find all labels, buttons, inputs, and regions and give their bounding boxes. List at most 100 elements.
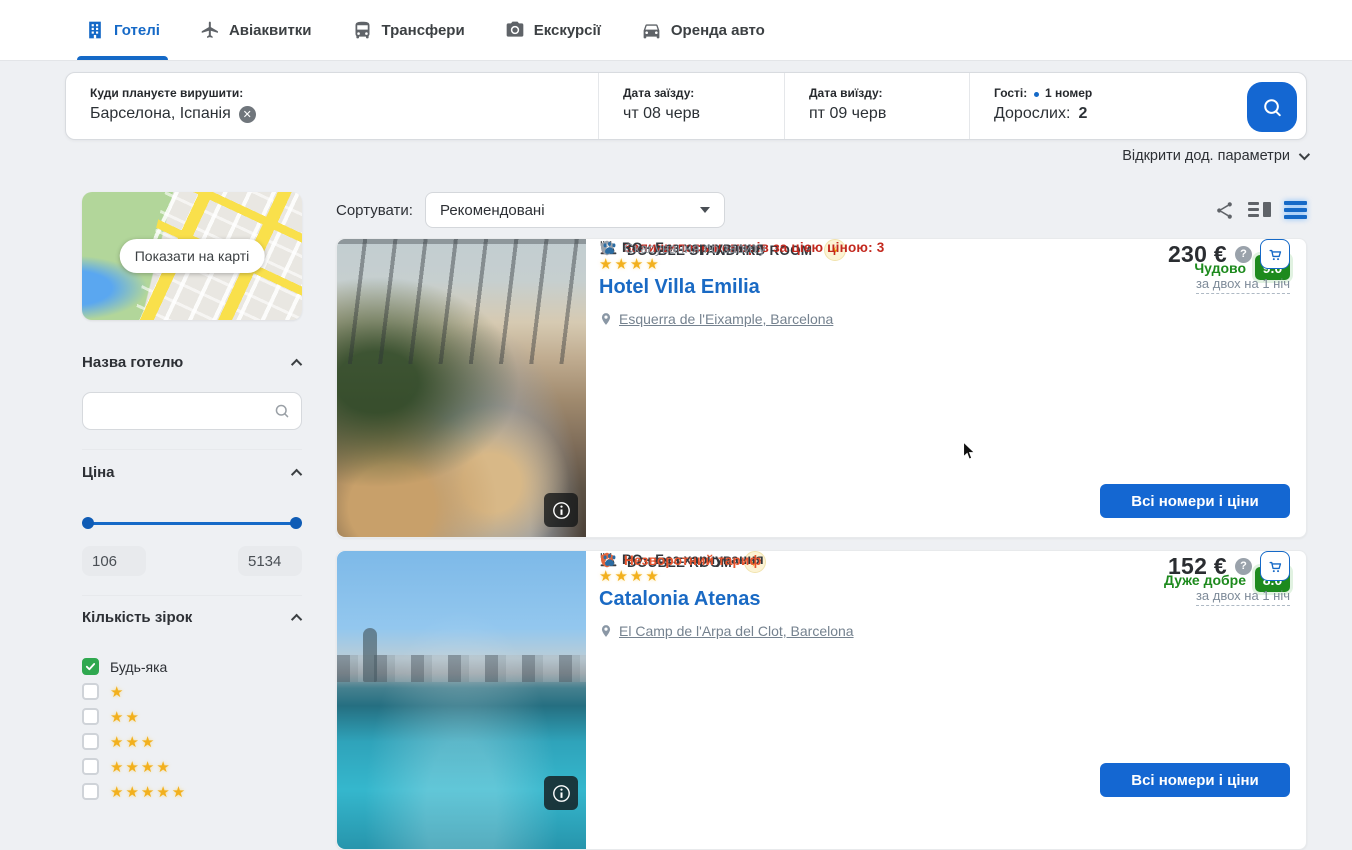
add-to-cart-button[interactable] [1260,551,1290,581]
camera-icon [505,20,525,40]
price-help-icon[interactable]: ? [1235,246,1252,263]
add-to-cart-button[interactable] [1260,239,1290,269]
stars-section-title: Кількість зірок [82,609,192,626]
tab-car-rental[interactable]: Оренда авто [641,0,765,60]
sort-selected-value: Рекомендовані [440,202,545,219]
checkin-field[interactable]: Дата заїзду: чт 08 черв [598,73,784,139]
hotel-building-icon [85,20,105,40]
hotel-card: ★★★★ Catalonia Atenas El Camp de l'Arpa … [336,550,1307,850]
star-icons: ★★★ [110,733,156,751]
hotel-name-link[interactable]: Hotel Villa Emilia [599,276,760,299]
star-icons: ★ [110,683,125,701]
pets-allowed-icon [599,239,620,263]
checkbox-icon[interactable] [82,733,99,750]
show-on-map-button[interactable]: Показати на карті [120,239,265,273]
checkin-value: чт 08 черв [623,105,700,123]
all-rooms-prices-button[interactable]: Всі номери і ціни [1100,484,1290,518]
price-range-slider[interactable] [82,517,302,529]
checkout-field[interactable]: Дата виїзду: пт 09 черв [784,73,969,139]
more-params-label: Відкрити дод. параметри [1122,148,1290,164]
tab-transfers-label: Трансфери [382,22,465,39]
price-value: 152 € [1168,553,1227,580]
search-panel: Куди плануєте вирушити: Барселона, Іспан… [65,72,1307,140]
bus-icon [352,20,373,41]
price-section-header[interactable]: Ціна [82,464,302,481]
checkbox-checked-icon[interactable] [82,658,99,675]
photo-info-icon[interactable] [544,493,578,527]
hotel-name-link[interactable]: Catalonia Atenas [599,588,761,611]
tab-transfers[interactable]: Трансфери [352,0,465,60]
hotel-name-search-input[interactable] [82,392,302,430]
sort-select[interactable]: Рекомендовані [425,192,725,228]
tab-hotels[interactable]: Готелі [85,0,160,60]
hotel-photo[interactable] [337,551,586,849]
slider-min-handle[interactable] [82,517,94,529]
more-params-toggle[interactable]: Відкрити дод. параметри [1122,148,1307,164]
grid-view-icon[interactable] [1248,201,1271,219]
tab-hotels-label: Готелі [114,22,160,39]
destination-field[interactable]: Куди плануєте вирушити: Барселона, Іспан… [66,73,598,139]
top-navigation: Готелі Авіаквитки Трансфери Екскурсії Ор… [0,0,1352,61]
checkbox-icon[interactable] [82,708,99,725]
guests-dot-icon [1034,92,1039,97]
search-icon [273,402,291,420]
stars-filter-5[interactable]: ★★★★★ [82,783,302,800]
star-icons: ★★ [110,708,141,726]
results-area: Сортувати: Рекомендовані ★★★★ Hotel Vill… [336,192,1307,850]
destination-value: Барселона, Іспанія [90,105,231,123]
all-rooms-prices-button[interactable]: Всі номери і ціни [1100,763,1290,797]
checkbox-icon[interactable] [82,783,99,800]
hotel-photo[interactable] [337,239,586,537]
star-icons: ★★★★ [110,758,172,776]
search-icon [1261,96,1284,119]
chevron-up-icon [291,468,302,479]
checkbox-icon[interactable] [82,758,99,775]
sort-label: Сортувати: [336,202,413,219]
stars-filter-any[interactable]: Будь-яка [82,658,302,675]
list-view-icon[interactable] [1284,201,1307,219]
tab-flights-label: Авіаквитки [229,22,312,39]
divider [82,595,302,596]
clear-destination-icon[interactable]: ✕ [239,106,256,123]
cart-icon [1267,246,1284,263]
dropdown-arrow-icon [700,207,710,213]
checkbox-icon[interactable] [82,683,99,700]
guests-adults-label: Дорослих: [994,105,1070,123]
stars-filter-2[interactable]: ★★ [82,708,302,725]
guests-adults-value: 2 [1078,105,1087,123]
slider-max-handle[interactable] [290,517,302,529]
slider-track [86,522,298,525]
nonrefundable-warning: Незворотний тариф [624,553,761,568]
search-button[interactable] [1247,82,1297,132]
tab-excursions[interactable]: Екскурсії [505,0,601,60]
price-basis-note[interactable]: за двох на 1 ніч [1196,588,1290,606]
star-icons: ★★★★★ [110,783,187,801]
car-icon [641,20,662,41]
chevron-up-icon [291,358,302,369]
hotel-location-link[interactable]: Esquerra de l'Eixample, Barcelona [599,311,833,327]
price-section-title: Ціна [82,464,115,481]
guests-label: Гості: [994,86,1027,100]
tab-car-rental-label: Оренда авто [671,22,765,39]
location-pin-icon [599,623,613,639]
price-basis-note[interactable]: за двох на 1 ніч [1196,276,1290,294]
hotel-card: ★★★★ Hotel Villa Emilia Esquerra de l'Ei… [336,238,1307,538]
price-max-input[interactable] [238,546,302,576]
stars-filter-3[interactable]: ★★★ [82,733,302,750]
stars-filter-4[interactable]: ★★★★ [82,758,302,775]
stars-filter-1[interactable]: ★ [82,683,302,700]
hotel-location-link[interactable]: El Camp de l'Arpa del Clot, Barcelona [599,623,854,639]
price-min-input[interactable] [82,546,146,576]
hotel-name-section-title: Назва готелю [82,354,183,371]
tab-flights[interactable]: Авіаквитки [200,0,312,60]
share-icon[interactable] [1214,200,1235,221]
photo-info-icon[interactable] [544,776,578,810]
hotel-name-section-header[interactable]: Назва готелю [82,354,302,371]
divider [82,449,302,450]
pets-allowed-icon [599,551,620,575]
chevron-down-icon [1299,149,1310,160]
price-help-icon[interactable]: ? [1235,558,1252,575]
map-preview[interactable]: Показати на карті [82,192,302,320]
destination-label: Куди плануєте вирушити: [90,86,598,100]
stars-section-header[interactable]: Кількість зірок [82,609,302,626]
